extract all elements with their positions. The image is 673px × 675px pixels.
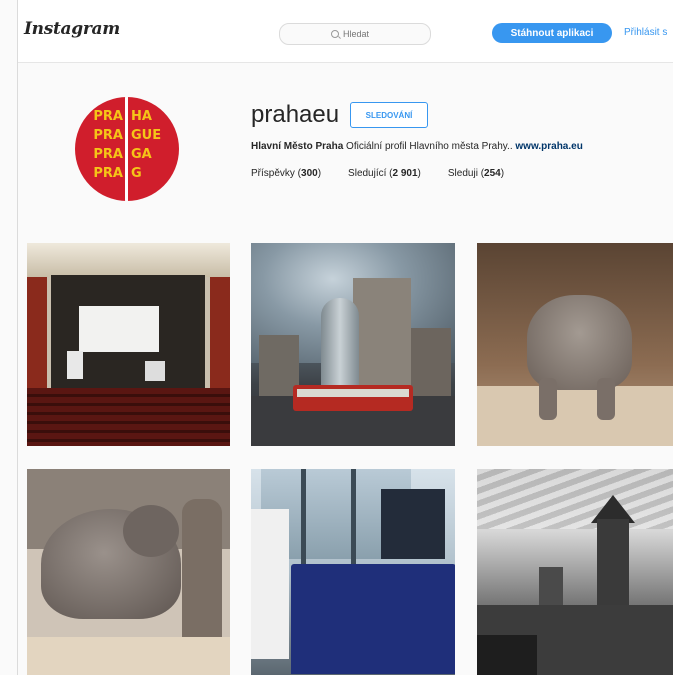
avatar-divider (125, 97, 128, 201)
profile-bio-text: Oficiální profil Hlavního města Prahy.. (346, 141, 513, 152)
profile-username: prahaeu (251, 101, 340, 128)
profile-bio: Hlavní Město Praha Oficiální profil Hlav… (251, 141, 583, 152)
profile-website-link[interactable]: www.praha.eu (515, 141, 582, 152)
stat-followers[interactable]: Sledující (2 901) (348, 168, 421, 179)
download-app-button[interactable]: Stáhnout aplikaci (492, 23, 612, 43)
photo-baby-elephant[interactable] (477, 243, 673, 446)
avatar-text-left: PRA PRA PRA PRA (93, 109, 123, 181)
search-icon (331, 30, 339, 38)
stat-following[interactable]: Sleduji (254) (448, 168, 504, 179)
photo-elephant-calf[interactable] (27, 469, 230, 675)
photo-dancing-house[interactable] (251, 243, 455, 446)
photo-cinema[interactable] (27, 243, 230, 446)
following-button[interactable]: SLEDOVÁNÍ (350, 102, 428, 128)
search-input[interactable] (343, 29, 379, 39)
search-box[interactable] (279, 23, 431, 45)
profile-avatar: PRA PRA PRA PRA HA GUE GA G (75, 97, 179, 201)
profile-full-name: Hlavní Město Praha (251, 141, 344, 152)
photo-conference[interactable] (251, 469, 455, 675)
photo-grid (27, 243, 673, 675)
login-link[interactable]: Přihlásit s (624, 27, 667, 38)
profile-stats: Příspěvky (300) Sledující (2 901) Sleduj… (251, 168, 504, 179)
instagram-logo[interactable]: Instagram (24, 19, 120, 39)
top-navbar: Instagram Stáhnout aplikaci Přihlásit s (18, 0, 673, 63)
avatar-text-right: HA GUE GA G (131, 109, 162, 181)
photo-old-town[interactable] (477, 469, 673, 675)
stat-posts[interactable]: Příspěvky (300) (251, 168, 321, 179)
window-border (17, 0, 18, 675)
